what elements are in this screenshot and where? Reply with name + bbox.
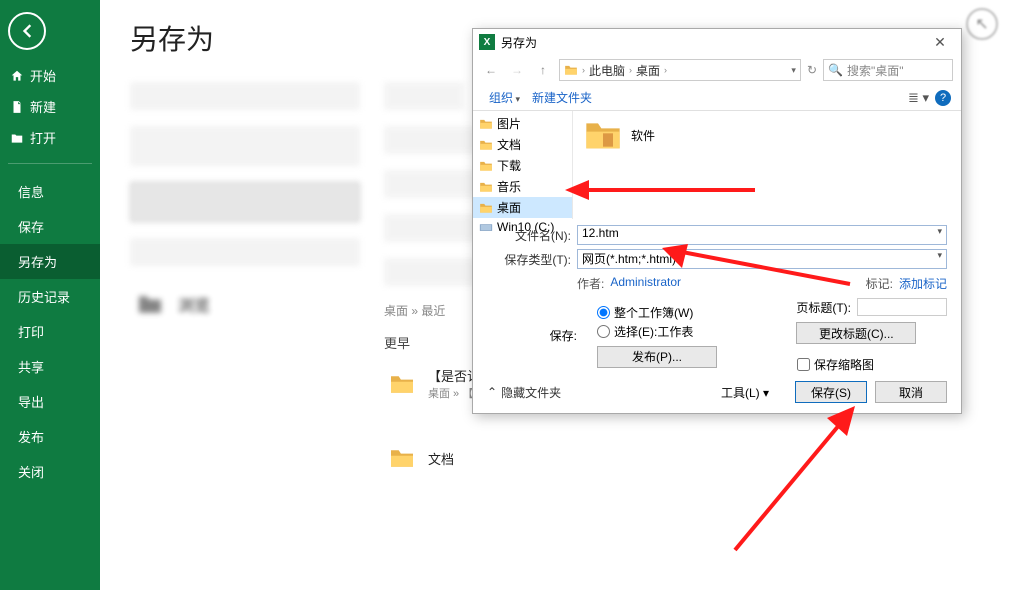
save-button[interactable]: 保存(S)	[795, 381, 867, 403]
recent-file-row[interactable]: 文档	[384, 439, 986, 477]
dialog-titlebar: X 另存为 ✕	[473, 29, 961, 55]
radio-whole-workbook[interactable]: 整个工作簿(W)	[597, 304, 717, 321]
chevron-up-icon: ⌃	[487, 385, 497, 399]
folder-icon	[583, 117, 623, 153]
nav-history[interactable]: 历史记录	[0, 279, 100, 314]
view-options-button[interactable]: ≣ ▾	[908, 90, 929, 106]
pagetitle-label: 页标题(T):	[796, 299, 851, 316]
nav-home-label: 开始	[30, 66, 56, 85]
refresh-button[interactable]: ↻	[807, 63, 817, 77]
excel-icon: X	[479, 34, 495, 50]
open-folder-icon	[10, 131, 24, 145]
tags-value[interactable]: 添加标记	[899, 275, 947, 292]
filetype-dropdown[interactable]: 网页(*.htm;*.html)	[577, 249, 947, 269]
home-icon	[10, 69, 24, 83]
dialog-navbar: ← → ↑ › 此电脑 › 桌面 › ▾ ↻ 🔍 搜索"桌面"	[473, 55, 961, 85]
close-button[interactable]: ✕	[925, 34, 955, 51]
nav-open-label: 打开	[30, 128, 56, 147]
nav-info[interactable]: 信息	[0, 174, 100, 209]
hidefolders-button[interactable]: ⌃隐藏文件夹	[487, 384, 561, 401]
location-recent[interactable]	[130, 82, 360, 110]
nav-divider	[8, 163, 92, 164]
browse-label: 浏览	[178, 292, 210, 316]
backstage-sidebar: 开始 新建 打开 信息 保存 另存为 历史记录 打印 共享 导出 发布 关闭	[0, 0, 100, 590]
location-heading	[384, 82, 464, 110]
location-onedrive[interactable]	[130, 126, 360, 166]
newfolder-button[interactable]: 新建文件夹	[526, 89, 598, 106]
folder-tree: 图片 文档 下载 音乐 桌面 Win10 (C:)	[473, 111, 573, 219]
search-icon: 🔍	[828, 63, 843, 77]
tools-dropdown[interactable]: 工具(L) ▾	[721, 384, 769, 401]
chevron-right-icon: ›	[582, 65, 585, 75]
radio-selection[interactable]: 选择(E):工作表	[597, 323, 717, 340]
search-input[interactable]: 🔍 搜索"桌面"	[823, 59, 953, 81]
nav-open[interactable]: 打开	[0, 122, 100, 153]
tree-pictures[interactable]: 图片	[473, 113, 572, 134]
nav-back-button[interactable]: ←	[481, 60, 501, 80]
folder-icon	[388, 373, 416, 395]
nav-publish[interactable]: 发布	[0, 419, 100, 454]
file-item-label: 软件	[631, 127, 655, 144]
nav-close[interactable]: 关闭	[0, 454, 100, 489]
folder-icon	[388, 447, 416, 469]
dialog-body: 图片 文档 下载 音乐 桌面 Win10 (C:) 软件	[473, 111, 961, 219]
saveas-locations: 浏览	[130, 66, 360, 477]
location-thispc[interactable]	[130, 182, 360, 222]
hint-icon: ↖	[966, 8, 998, 40]
browse-button[interactable]: 浏览	[130, 282, 360, 326]
tree-downloads[interactable]: 下载	[473, 155, 572, 176]
chevron-right-icon: ›	[664, 65, 667, 75]
chevron-right-icon: ›	[629, 65, 632, 75]
nav-save[interactable]: 保存	[0, 209, 100, 244]
thumbnail-checkbox[interactable]: 保存缩略图	[797, 356, 947, 373]
author-label: 作者:	[577, 275, 604, 292]
filename-label: 文件名(N):	[487, 227, 577, 244]
publish-button[interactable]: 发布(P)...	[597, 346, 717, 368]
nav-home[interactable]: 开始	[0, 60, 100, 91]
dialog-form: 文件名(N): 12.htm 保存类型(T): 网页(*.htm;*.html)…	[473, 219, 961, 373]
pagetitle-input[interactable]	[857, 298, 947, 316]
folder-icon	[136, 293, 164, 315]
changetitle-button[interactable]: 更改标题(C)...	[796, 322, 916, 344]
bc-thispc[interactable]: 此电脑	[589, 62, 625, 79]
nav-export[interactable]: 导出	[0, 384, 100, 419]
dialog-toolbar: 组织 新建文件夹 ≣ ▾ ?	[473, 85, 961, 111]
nav-up-button[interactable]: ↑	[533, 60, 553, 80]
dialog-title: 另存为	[501, 34, 925, 51]
file-area[interactable]: 软件	[573, 111, 961, 219]
tree-music[interactable]: 音乐	[473, 176, 572, 197]
nav-print[interactable]: 打印	[0, 314, 100, 349]
tags-label: 标记:	[866, 275, 893, 292]
dialog-footer: ⌃隐藏文件夹 工具(L) ▾ 保存(S) 取消	[473, 373, 961, 413]
nav-new-label: 新建	[30, 97, 56, 116]
filetype-label: 保存类型(T):	[487, 251, 577, 268]
location-add[interactable]	[130, 238, 360, 266]
recent-file-name: 文档	[428, 449, 454, 468]
file-item-soft[interactable]: 软件	[583, 117, 951, 153]
nav-saveas[interactable]: 另存为	[0, 244, 100, 279]
nav-new[interactable]: 新建	[0, 91, 100, 122]
bc-desktop[interactable]: 桌面	[636, 62, 660, 79]
save-scope-label: 保存:	[487, 327, 577, 344]
chevron-down-icon[interactable]: ▾	[791, 65, 796, 76]
filename-input[interactable]: 12.htm	[577, 225, 947, 245]
cancel-button[interactable]: 取消	[875, 381, 947, 403]
tree-documents[interactable]: 文档	[473, 134, 572, 155]
arrow-left-icon	[17, 21, 37, 41]
breadcrumb[interactable]: › 此电脑 › 桌面 › ▾	[559, 59, 801, 81]
folder-icon	[564, 64, 578, 76]
search-placeholder: 搜索"桌面"	[847, 62, 904, 79]
author-value[interactable]: Administrator	[610, 275, 681, 292]
nav-share[interactable]: 共享	[0, 349, 100, 384]
organize-button[interactable]: 组织	[483, 89, 526, 106]
help-button[interactable]: ?	[935, 90, 951, 106]
saveas-dialog: X 另存为 ✕ ← → ↑ › 此电脑 › 桌面 › ▾ ↻ 🔍 搜索"桌面" …	[472, 28, 962, 414]
new-file-icon	[10, 100, 24, 114]
nav-forward-button[interactable]: →	[507, 60, 527, 80]
tree-desktop[interactable]: 桌面	[473, 197, 572, 218]
back-button[interactable]	[8, 12, 46, 50]
